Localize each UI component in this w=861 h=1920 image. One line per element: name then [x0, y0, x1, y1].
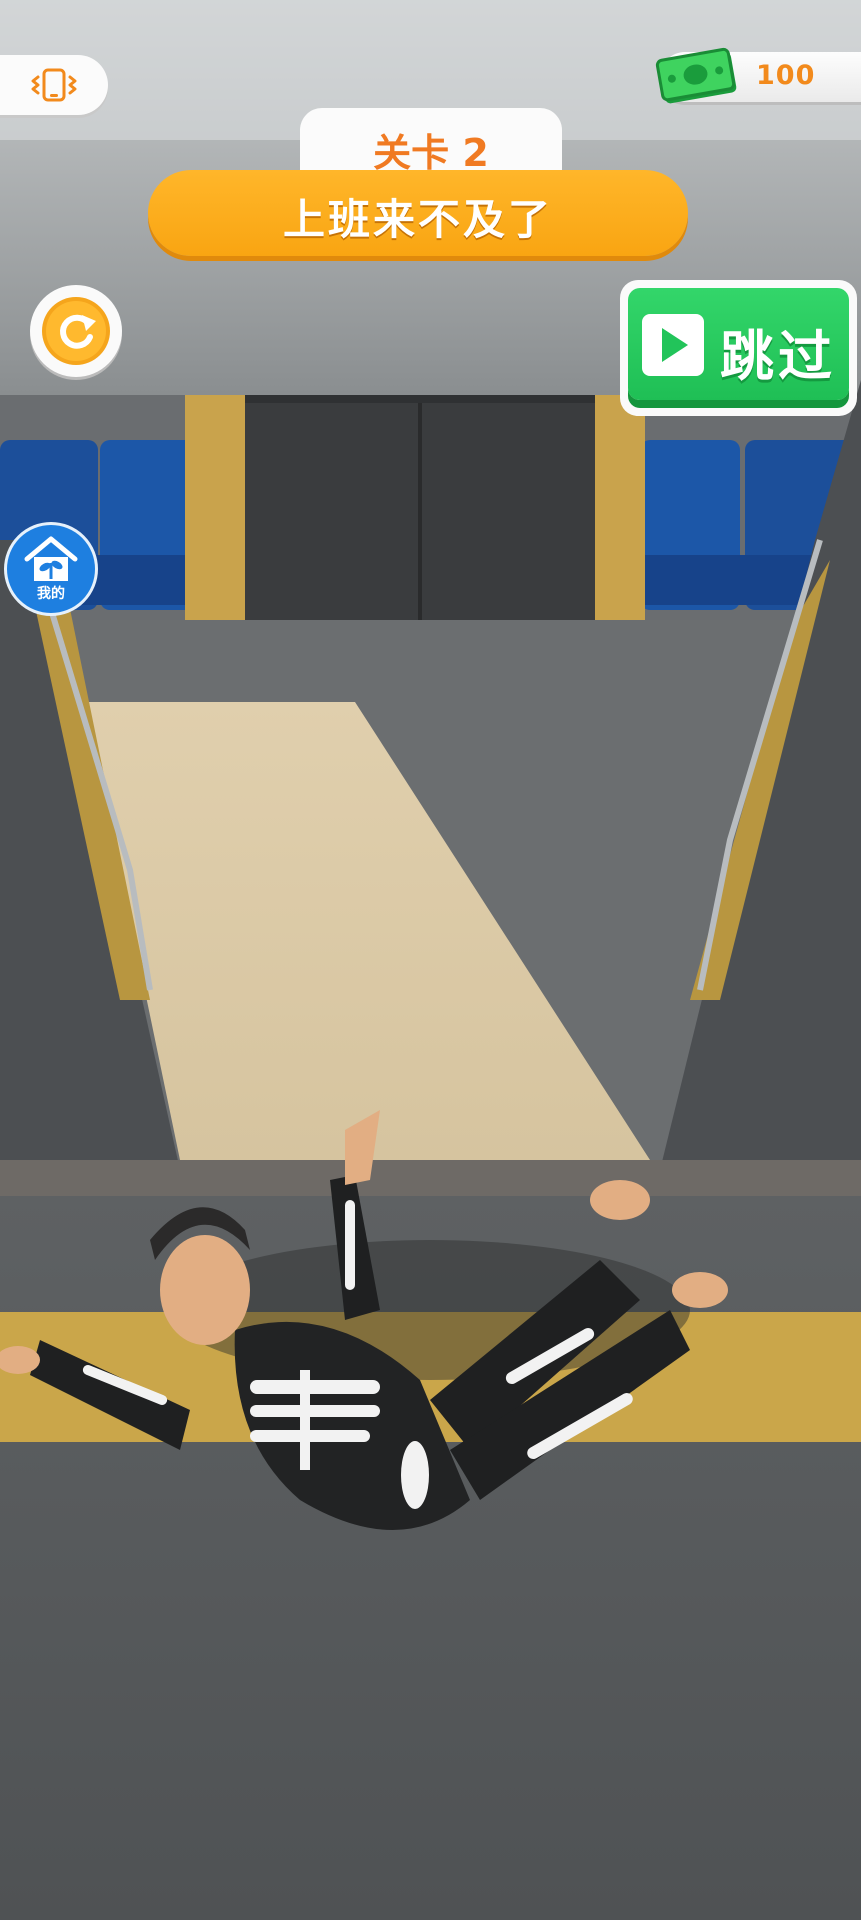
mine-label: 我的 — [37, 586, 65, 602]
skip-button-face: 跳过 — [628, 288, 849, 400]
level-title-banner: 上班来不及了 — [148, 170, 688, 256]
play-icon — [642, 314, 704, 376]
cash-bill-icon — [655, 47, 737, 104]
mine-button[interactable]: 我的 — [4, 522, 98, 616]
vibrate-phone-icon — [31, 68, 77, 102]
coin-count: 100 — [756, 60, 816, 91]
level-label: 关卡 2 — [373, 131, 489, 175]
restart-arrow-icon — [42, 297, 110, 365]
skip-level-button[interactable]: 跳过 — [620, 280, 857, 416]
house-plant-icon — [24, 536, 78, 581]
level-title: 上班来不及了 — [282, 195, 553, 244]
skip-label: 跳过 — [720, 325, 836, 388]
restart-button[interactable] — [30, 285, 122, 377]
vibrate-toggle-button[interactable] — [0, 55, 108, 115]
coin-counter: 100 — [655, 47, 861, 104]
